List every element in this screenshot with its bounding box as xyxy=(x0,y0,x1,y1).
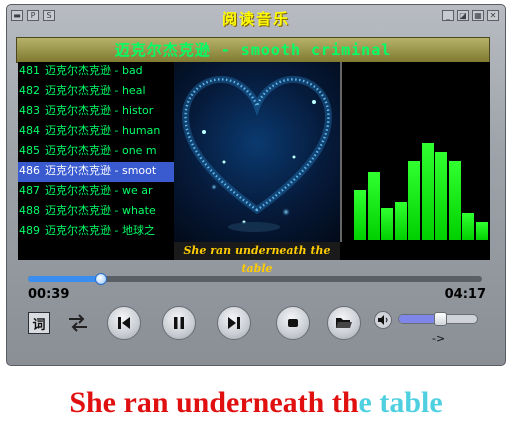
repeat-mode-icon[interactable] xyxy=(66,312,90,334)
next-button[interactable] xyxy=(217,306,251,340)
playlist-item-title: 迈克尔杰克逊 - human xyxy=(45,124,161,137)
spectrum-bar xyxy=(435,152,447,240)
playlist-item-number: 488 xyxy=(19,204,40,217)
album-artwork xyxy=(174,62,340,242)
lyric-panel-left xyxy=(18,242,174,260)
skin-icon[interactable]: ▦ xyxy=(472,10,484,21)
playlist-item-number: 489 xyxy=(19,224,40,237)
spectrum-bar xyxy=(421,143,434,240)
playlist-item-number: 487 xyxy=(19,184,40,197)
total-time: 04:17 xyxy=(444,287,486,302)
title-bar[interactable]: ▬ P S 阅读音乐 _ ◪ ▦ ✕ xyxy=(7,5,505,29)
progress-bar[interactable] xyxy=(28,273,482,285)
stop-button[interactable] xyxy=(276,306,310,340)
playlist-item[interactable]: 486 迈克尔杰克逊 - smoot xyxy=(18,162,174,182)
playlist-item[interactable]: 481 迈克尔杰克逊 - bad xyxy=(18,62,174,82)
lyric-toggle-button[interactable]: 词 xyxy=(28,312,50,334)
lyric-caption: She ran underneath the table xyxy=(0,386,512,420)
playlist-item-title: 迈克尔杰克逊 - whate xyxy=(45,204,156,217)
playlist-item[interactable]: 485 迈克尔杰克逊 - one m xyxy=(18,142,174,162)
lyric-caption-sung: She ran underneath th xyxy=(69,386,359,419)
playlist[interactable]: 481 迈克尔杰克逊 - bad 482 迈克尔杰克逊 - heal 483 迈克尔杰克逊… xyxy=(18,62,174,242)
playlist-item-title: 迈克尔杰克逊 - 地球之 xyxy=(45,224,155,237)
playlist-item-number: 486 xyxy=(19,164,40,177)
folder-open-icon xyxy=(336,318,352,328)
playlist-item[interactable]: 483 迈克尔杰克逊 - histor xyxy=(18,102,174,122)
playlist-item[interactable]: 487 迈克尔杰克逊 - we ar xyxy=(18,182,174,202)
playlist-item-number: 483 xyxy=(19,104,40,117)
now-playing-banner: 迈克尔杰克逊 - smooth criminal xyxy=(16,37,490,63)
playlist-item-number: 485 xyxy=(19,144,40,157)
playlist-item-title: 迈克尔杰克逊 - histor xyxy=(45,104,154,117)
playlist-item[interactable]: 488 迈克尔杰克逊 - whate xyxy=(18,202,174,222)
pause-icon xyxy=(174,317,184,329)
playlist-item-title: 迈克尔杰克逊 - bad xyxy=(45,64,143,77)
playlist-item-title: 迈克尔杰克逊 - heal xyxy=(45,84,146,97)
skip-forward-icon xyxy=(228,317,240,329)
spectrum-visualizer xyxy=(340,62,490,242)
lyric-line: She ran underneath the table xyxy=(174,242,340,275)
open-file-button[interactable] xyxy=(327,306,361,340)
spectrum-bar xyxy=(408,161,420,240)
skip-back-icon xyxy=(118,317,130,329)
progress-fill xyxy=(28,276,101,282)
heart-artwork-icon xyxy=(182,75,332,232)
playlist-item[interactable]: 482 迈克尔杰克逊 - heal xyxy=(18,82,174,102)
playlist-item-number: 484 xyxy=(19,124,40,137)
volume-knob[interactable] xyxy=(434,312,447,326)
playlist-item-title: 迈克尔杰克逊 - smoot xyxy=(45,164,157,177)
spectrum-bar xyxy=(381,208,393,240)
spectrum-bar xyxy=(462,213,474,240)
volume-slider[interactable] xyxy=(398,312,478,326)
spectrum-bar xyxy=(394,202,407,240)
progress-knob[interactable] xyxy=(95,273,107,285)
spectrum-bar xyxy=(367,172,380,240)
playlist-item-number: 481 xyxy=(19,64,40,77)
playlist-item[interactable]: 489 迈克尔杰克逊 - 地球之 xyxy=(18,222,174,242)
lyric-caption-upcoming: e table xyxy=(358,386,443,419)
pause-button[interactable] xyxy=(162,306,196,340)
current-time: 00:39 xyxy=(28,287,70,302)
speaker-icon xyxy=(378,315,388,325)
spectrum-bar xyxy=(448,161,461,240)
restore-icon[interactable]: ◪ xyxy=(457,10,469,21)
playlist-item-title: 迈克尔杰克逊 - one m xyxy=(45,144,157,157)
playlist-item-number: 482 xyxy=(19,84,40,97)
stop-icon xyxy=(288,319,298,327)
spectrum-bar xyxy=(354,190,366,240)
close-icon[interactable]: ✕ xyxy=(487,10,499,21)
lyric-panel-right xyxy=(340,242,490,260)
mute-button[interactable] xyxy=(374,311,392,329)
playlist-item[interactable]: 484 迈克尔杰克逊 - human xyxy=(18,122,174,142)
spectrum-bar xyxy=(475,222,488,240)
previous-button[interactable] xyxy=(107,306,141,340)
minimize-icon[interactable]: _ xyxy=(442,10,454,21)
playlist-item-title: 迈克尔杰克逊 - we ar xyxy=(45,184,153,197)
app-title: 阅读音乐 xyxy=(221,10,290,28)
arrow-label: -> xyxy=(432,332,446,345)
